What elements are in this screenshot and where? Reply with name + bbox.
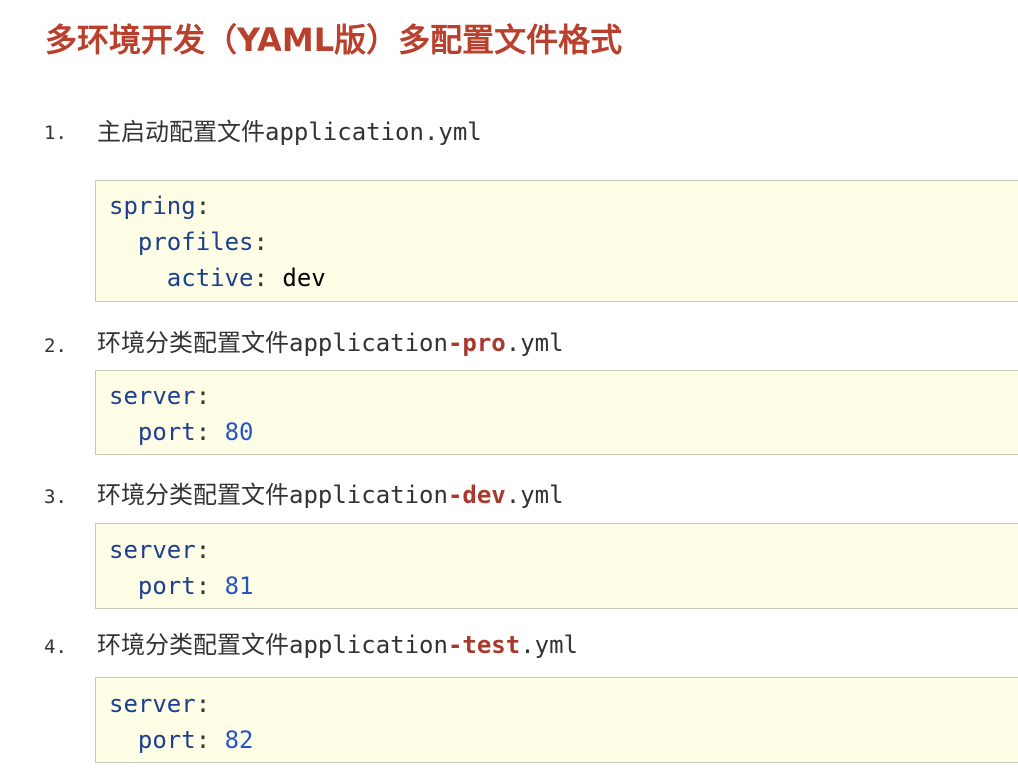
item-heading: 主启动配置文件application.yml: [97, 117, 482, 147]
code-line: port: 80: [109, 414, 1018, 450]
yaml-key: active: [166, 264, 254, 292]
yaml-key: port: [137, 726, 196, 754]
yaml-separator: :: [195, 418, 225, 446]
heading-extension: .yml: [520, 631, 578, 659]
code-line: active: dev: [109, 260, 1018, 296]
yaml-key: profiles: [137, 228, 254, 256]
item-number: 1.: [44, 122, 67, 144]
code-block: server: port: 81: [95, 523, 1018, 609]
heading-highlight: -pro: [447, 329, 506, 357]
yaml-separator: :: [195, 536, 211, 564]
item-heading: 环境分类配置文件application-test.yml: [97, 630, 578, 660]
code-block: spring: profiles: active: dev: [95, 180, 1018, 302]
heading-extension: .yml: [505, 329, 564, 357]
code-line: server:: [109, 378, 1018, 414]
item-number: 3.: [44, 486, 67, 508]
item-heading: 环境分类配置文件application-dev.yml: [97, 480, 564, 510]
yaml-key: server: [109, 536, 196, 564]
yaml-key: server: [109, 690, 196, 718]
yaml-key: port: [137, 572, 196, 600]
code-line: port: 81: [109, 568, 1018, 604]
yaml-value: 82: [224, 726, 254, 754]
yaml-separator: :: [195, 382, 211, 410]
code-line: server:: [109, 532, 1018, 568]
item-number: 2.: [44, 335, 67, 357]
code-line: profiles:: [109, 224, 1018, 260]
yaml-value: 80: [224, 418, 254, 446]
yaml-value: dev: [282, 264, 326, 292]
yaml-key: server: [109, 382, 196, 410]
code-block: server: port: 80: [95, 370, 1018, 455]
code-line: spring:: [109, 188, 1018, 224]
item-number: 4.: [44, 636, 67, 658]
heading-text: 环境分类配置文件application: [97, 631, 448, 659]
yaml-separator: :: [195, 192, 211, 220]
heading-highlight: -test: [447, 631, 521, 659]
yaml-separator: :: [195, 690, 211, 718]
yaml-separator: :: [253, 264, 283, 292]
yaml-separator: :: [195, 572, 225, 600]
page-title: 多环境开发（YAML版）多配置文件格式: [45, 21, 623, 59]
heading-text: 环境分类配置文件application: [97, 481, 448, 509]
yaml-key: port: [137, 418, 196, 446]
yaml-separator: :: [195, 726, 225, 754]
heading-extension: .yml: [505, 481, 564, 509]
code-line: server:: [109, 686, 1018, 722]
code-block: server: port: 82: [95, 677, 1018, 763]
heading-text: 环境分类配置文件application: [97, 329, 448, 357]
heading-text: 主启动配置文件application.yml: [97, 118, 482, 146]
yaml-separator: :: [253, 228, 268, 256]
yaml-key: spring: [109, 192, 196, 220]
code-line: port: 82: [109, 722, 1018, 758]
yaml-value: 81: [224, 572, 254, 600]
item-heading: 环境分类配置文件application-pro.yml: [97, 328, 564, 358]
heading-highlight: -dev: [447, 481, 506, 509]
